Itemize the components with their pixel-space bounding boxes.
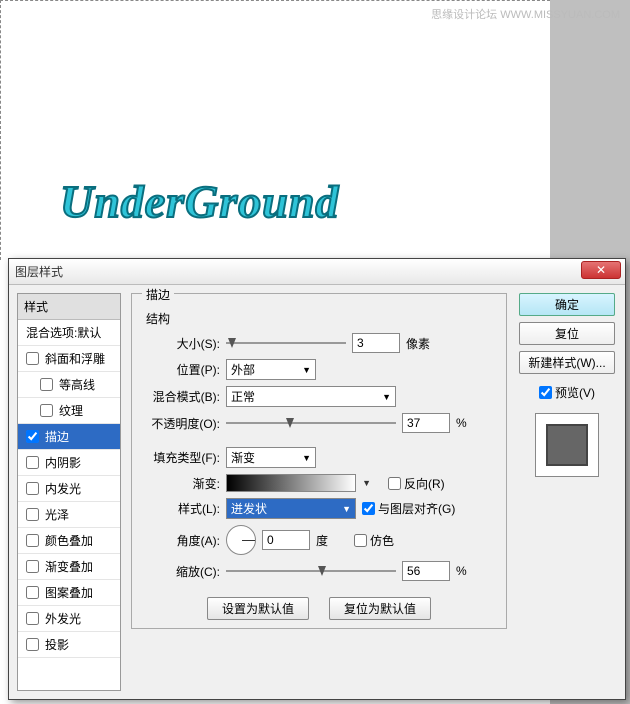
- style-inner-shadow[interactable]: 内阴影: [18, 450, 120, 476]
- position-select[interactable]: 外部▼: [226, 359, 316, 380]
- style-list: 样式 混合选项:默认 斜面和浮雕 等高线 纹理 描边 内阴影 内发光 光泽 颜色…: [17, 293, 121, 691]
- style-label: 样式(L):: [140, 500, 220, 517]
- scale-input[interactable]: [402, 561, 450, 581]
- scale-unit: %: [456, 564, 467, 578]
- close-button[interactable]: ✕: [581, 261, 621, 279]
- chevron-down-icon: ▼: [342, 504, 351, 514]
- gradient-label: 渐变:: [140, 475, 220, 492]
- angle-label: 角度(A):: [140, 532, 220, 549]
- right-panel: 确定 复位 新建样式(W)... 预览(V): [517, 293, 617, 691]
- angle-input[interactable]: [262, 530, 310, 550]
- preview-box: [535, 413, 599, 477]
- dialog-title: 图层样式: [15, 263, 63, 280]
- structure-title: 结构: [140, 310, 498, 327]
- chevron-down-icon: ▼: [302, 365, 311, 375]
- style-inner-glow[interactable]: 内发光: [18, 476, 120, 502]
- opacity-slider[interactable]: [226, 416, 396, 430]
- watermark: 思缘设计论坛 WWW.MISSYUAN.COM: [431, 6, 620, 22]
- preview-checkbox[interactable]: [539, 386, 552, 399]
- size-label: 大小(S):: [140, 335, 220, 352]
- opacity-input[interactable]: [402, 413, 450, 433]
- size-slider[interactable]: [226, 336, 346, 350]
- new-style-button[interactable]: 新建样式(W)...: [519, 351, 615, 374]
- satin-checkbox[interactable]: [26, 508, 39, 521]
- color-overlay-checkbox[interactable]: [26, 534, 39, 547]
- style-drop-shadow[interactable]: 投影: [18, 632, 120, 658]
- style-bevel[interactable]: 斜面和浮雕: [18, 346, 120, 372]
- style-outer-glow[interactable]: 外发光: [18, 606, 120, 632]
- fill-type-select[interactable]: 渐变▼: [226, 447, 316, 468]
- canvas-layer-text: UnderGround: [60, 175, 339, 228]
- angle-unit: 度: [316, 532, 328, 549]
- set-default-button[interactable]: 设置为默认值: [207, 597, 309, 620]
- gradient-overlay-checkbox[interactable]: [26, 560, 39, 573]
- chevron-down-icon: ▼: [302, 453, 311, 463]
- dither-checkbox-wrap[interactable]: 仿色: [354, 532, 394, 549]
- drop-shadow-checkbox[interactable]: [26, 638, 39, 651]
- position-label: 位置(P):: [140, 361, 220, 378]
- style-satin[interactable]: 光泽: [18, 502, 120, 528]
- inner-glow-checkbox[interactable]: [26, 482, 39, 495]
- style-contour[interactable]: 等高线: [18, 372, 120, 398]
- fill-type-label: 填充类型(F):: [140, 449, 220, 466]
- dialog-body: 样式 混合选项:默认 斜面和浮雕 等高线 纹理 描边 内阴影 内发光 光泽 颜色…: [9, 285, 625, 699]
- bevel-checkbox[interactable]: [26, 352, 39, 365]
- reset-button[interactable]: 复位: [519, 322, 615, 345]
- outer-glow-checkbox[interactable]: [26, 612, 39, 625]
- inner-shadow-checkbox[interactable]: [26, 456, 39, 469]
- style-pattern-overlay[interactable]: 图案叠加: [18, 580, 120, 606]
- blend-mode-select[interactable]: 正常▼: [226, 386, 396, 407]
- angle-dial[interactable]: [226, 525, 256, 555]
- size-unit: 像素: [406, 335, 430, 352]
- reverse-checkbox[interactable]: [388, 477, 401, 490]
- align-checkbox[interactable]: [362, 502, 375, 515]
- stroke-fieldset: 描边 结构 大小(S): 像素 位置(P): 外部▼ 混合模式(B):: [131, 293, 507, 629]
- layer-style-dialog: 图层样式 ✕ 样式 混合选项:默认 斜面和浮雕 等高线 纹理 描边 内阴影 内发…: [8, 258, 626, 700]
- preview-checkbox-wrap[interactable]: 预览(V): [539, 384, 595, 401]
- close-icon: ✕: [596, 263, 606, 277]
- style-stroke[interactable]: 描边: [18, 424, 120, 450]
- fill-group: 填充类型(F): 渐变▼ 渐变: 反向(R) 样式(L): 迸发状▼ 与图层对齐…: [140, 447, 498, 581]
- dither-checkbox[interactable]: [354, 534, 367, 547]
- texture-checkbox[interactable]: [40, 404, 53, 417]
- blend-label: 混合模式(B):: [140, 388, 220, 405]
- style-list-header[interactable]: 样式: [18, 294, 120, 320]
- style-gradient-overlay[interactable]: 渐变叠加: [18, 554, 120, 580]
- stroke-section-title: 描边: [142, 286, 174, 303]
- preview-swatch: [546, 424, 588, 466]
- structure-group: 结构 大小(S): 像素 位置(P): 外部▼ 混合模式(B): 正常▼: [140, 310, 498, 433]
- default-buttons-row: 设置为默认值 复位为默认值: [140, 597, 498, 620]
- contour-checkbox[interactable]: [40, 378, 53, 391]
- style-texture[interactable]: 纹理: [18, 398, 120, 424]
- align-checkbox-wrap[interactable]: 与图层对齐(G): [362, 500, 455, 517]
- dialog-titlebar: 图层样式 ✕: [9, 259, 625, 285]
- style-color-overlay[interactable]: 颜色叠加: [18, 528, 120, 554]
- gradient-preview[interactable]: [226, 474, 356, 492]
- scale-label: 缩放(C):: [140, 563, 220, 580]
- chevron-down-icon: ▼: [382, 392, 391, 402]
- size-input[interactable]: [352, 333, 400, 353]
- opacity-label: 不透明度(O):: [140, 415, 220, 432]
- reverse-checkbox-wrap[interactable]: 反向(R): [388, 475, 445, 492]
- scale-slider[interactable]: [226, 564, 396, 578]
- gradient-style-select[interactable]: 迸发状▼: [226, 498, 356, 519]
- ok-button[interactable]: 确定: [519, 293, 615, 316]
- reset-default-button[interactable]: 复位为默认值: [329, 597, 431, 620]
- opacity-unit: %: [456, 416, 467, 430]
- center-panel: 描边 结构 大小(S): 像素 位置(P): 外部▼ 混合模式(B):: [131, 293, 507, 691]
- pattern-overlay-checkbox[interactable]: [26, 586, 39, 599]
- blend-options-default[interactable]: 混合选项:默认: [18, 320, 120, 346]
- stroke-checkbox[interactable]: [26, 430, 39, 443]
